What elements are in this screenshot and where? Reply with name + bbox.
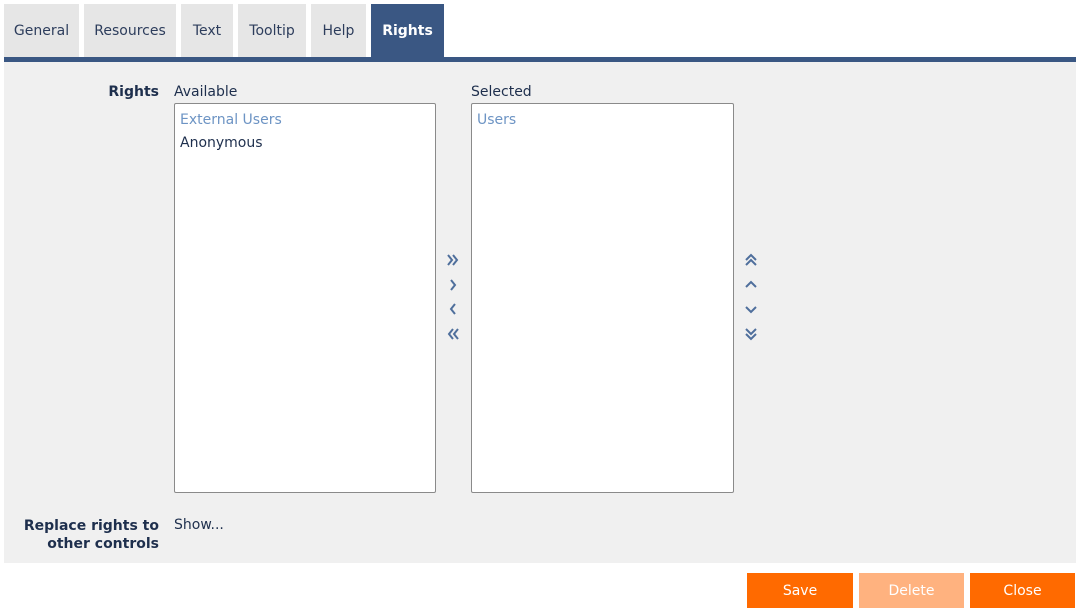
tab-resources[interactable]: Resources (84, 4, 176, 57)
chevron-down-icon[interactable] (743, 301, 759, 317)
tab-general[interactable]: General (4, 4, 79, 57)
double-chevron-down-icon[interactable] (743, 326, 759, 342)
close-button[interactable]: Close (970, 573, 1075, 608)
rights-label: Rights (108, 84, 159, 100)
replace-label-line2: other controls (47, 536, 159, 552)
list-item[interactable]: External Users (180, 111, 430, 134)
available-list[interactable]: External Users Anonymous (174, 103, 436, 493)
tab-rights[interactable]: Rights (371, 4, 444, 57)
replace-rights-label: Replace rights to other controls (10, 517, 159, 553)
list-item[interactable]: Users (477, 111, 728, 134)
chevron-right-icon[interactable] (445, 277, 461, 293)
delete-button[interactable]: Delete (859, 573, 964, 608)
available-label: Available (174, 84, 238, 100)
double-chevron-up-icon[interactable] (743, 252, 759, 268)
replace-label-line1: Replace rights to (23, 518, 159, 534)
list-item[interactable]: Anonymous (180, 134, 430, 157)
double-chevron-right-icon[interactable] (445, 252, 461, 268)
show-link[interactable]: Show... (174, 517, 224, 533)
selected-list[interactable]: Users (471, 103, 734, 493)
tab-help[interactable]: Help (311, 4, 366, 57)
chevron-left-icon[interactable] (445, 301, 461, 317)
save-button[interactable]: Save (747, 573, 853, 608)
selected-label: Selected (471, 84, 532, 100)
tab-text[interactable]: Text (181, 4, 233, 57)
chevron-up-icon[interactable] (743, 277, 759, 293)
tab-tooltip[interactable]: Tooltip (238, 4, 306, 57)
double-chevron-left-icon[interactable] (445, 326, 461, 342)
